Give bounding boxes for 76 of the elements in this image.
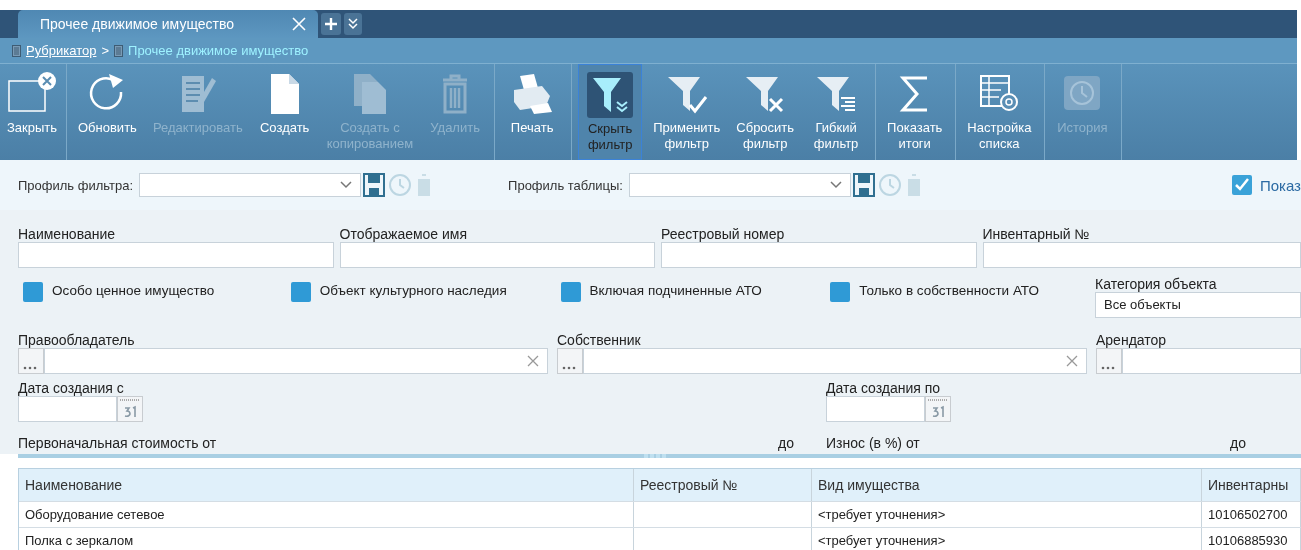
checkbox-label: Только в собственности АТО (859, 283, 1039, 298)
field-label: до (1230, 435, 1247, 451)
profile-label: Профиль фильтра: (18, 177, 134, 193)
date-field[interactable] (826, 396, 925, 422)
date-field[interactable] (18, 396, 117, 422)
table-cell: Оборудование сетевое (19, 502, 634, 527)
field-label: Отображаемое имя (339, 226, 469, 242)
field-label: Инвентарный № (982, 226, 1091, 242)
calendar-icon[interactable] (925, 396, 951, 422)
breadcrumb-separator: > (101, 43, 110, 58)
field-label: Первоначальная стоимость от (18, 435, 217, 451)
checkbox[interactable] (23, 282, 43, 302)
field-label: Категория объекта (1095, 276, 1218, 292)
column-header[interactable]: Реестровый № (634, 469, 812, 501)
table-cell: 10106502700 (1202, 502, 1301, 527)
lookup-field[interactable] (44, 348, 548, 374)
column-header[interactable]: Наименование (19, 469, 634, 501)
chevron-down-icon[interactable] (340, 181, 353, 189)
text-field[interactable] (661, 242, 977, 268)
toolbar-button[interactable]: Закрыть (0, 64, 64, 160)
toolbar-button[interactable]: Обновить (73, 64, 142, 160)
table-cell: 10106885930 (1202, 528, 1301, 550)
field-label: Собственник (557, 332, 642, 348)
checkbox[interactable] (560, 282, 581, 302)
double-chevron-icon[interactable] (344, 13, 362, 35)
checkbox-label: Показ (1259, 176, 1301, 194)
close-icon[interactable] (292, 17, 306, 31)
document-icon (12, 44, 21, 57)
column-header[interactable]: Вид имущества (812, 469, 1202, 501)
toolbar-button[interactable]: Печать (501, 64, 564, 160)
toolbar-button[interactable]: Настройка списка (962, 64, 1037, 160)
checkbox-label: Особо ценное имущество (52, 283, 215, 298)
lookup-field[interactable] (1122, 348, 1301, 374)
plus-icon[interactable] (321, 13, 341, 35)
document-icon (114, 44, 124, 57)
text-field[interactable] (982, 242, 1301, 268)
funnel-icon (587, 72, 634, 118)
text-field[interactable] (18, 242, 334, 268)
table-cell: <требует уточнения> (812, 528, 1202, 550)
field-label: Арендатор (1096, 332, 1168, 348)
ellipsis-icon[interactable] (18, 348, 44, 374)
chevron-down-icon[interactable] (829, 181, 842, 189)
field-label: Наименование (18, 226, 117, 242)
field-label: Дата создания по (826, 380, 942, 396)
breadcrumb-link[interactable]: Рубрикатор (26, 43, 97, 58)
table-cell: Полка с зеркалом (19, 528, 634, 550)
profile-label: Профиль таблицы: (508, 177, 623, 193)
field-label: Реестровый номер (661, 226, 786, 242)
field-label: Правообладатель (18, 332, 136, 348)
checkbox-label: Объект культурного наследия (319, 283, 507, 298)
checkbox[interactable] (1231, 175, 1252, 195)
checkbox-label: Включая подчиненные АТО (589, 283, 762, 298)
clear-icon[interactable] (527, 355, 539, 367)
calendar-icon[interactable] (117, 396, 143, 422)
clear-icon[interactable] (1066, 355, 1078, 367)
ellipsis-icon[interactable] (557, 348, 583, 374)
splitter-handle[interactable] (643, 454, 666, 458)
field-label: Дата создания с (18, 380, 125, 396)
checkbox[interactable] (830, 282, 851, 302)
lookup-field[interactable] (583, 348, 1087, 374)
checkbox[interactable] (290, 282, 311, 302)
field-label: Износ (в %) от (826, 435, 920, 451)
toolbar-button[interactable]: Показать итоги (882, 64, 948, 160)
text-field[interactable] (339, 242, 655, 268)
toolbar-button[interactable]: Сбросить фильтр (731, 64, 800, 160)
field-label: до (778, 435, 795, 451)
toolbar-button[interactable]: Гибкий фильтр (805, 64, 868, 160)
tab[interactable]: Прочее движимое имущество (18, 10, 318, 38)
toolbar-button[interactable]: Создать (253, 64, 316, 160)
breadcrumb-current: Прочее движимое имущество (128, 43, 309, 58)
toolbar-button[interactable]: Скрыть фильтр (578, 64, 643, 160)
toolbar-button[interactable]: Применить фильтр (648, 64, 726, 160)
ellipsis-icon[interactable] (1096, 348, 1122, 374)
category-select[interactable]: Все объекты (1095, 292, 1301, 318)
table-cell: <требует уточнения> (812, 502, 1202, 527)
column-header[interactable]: Инвентарны (1202, 469, 1301, 501)
